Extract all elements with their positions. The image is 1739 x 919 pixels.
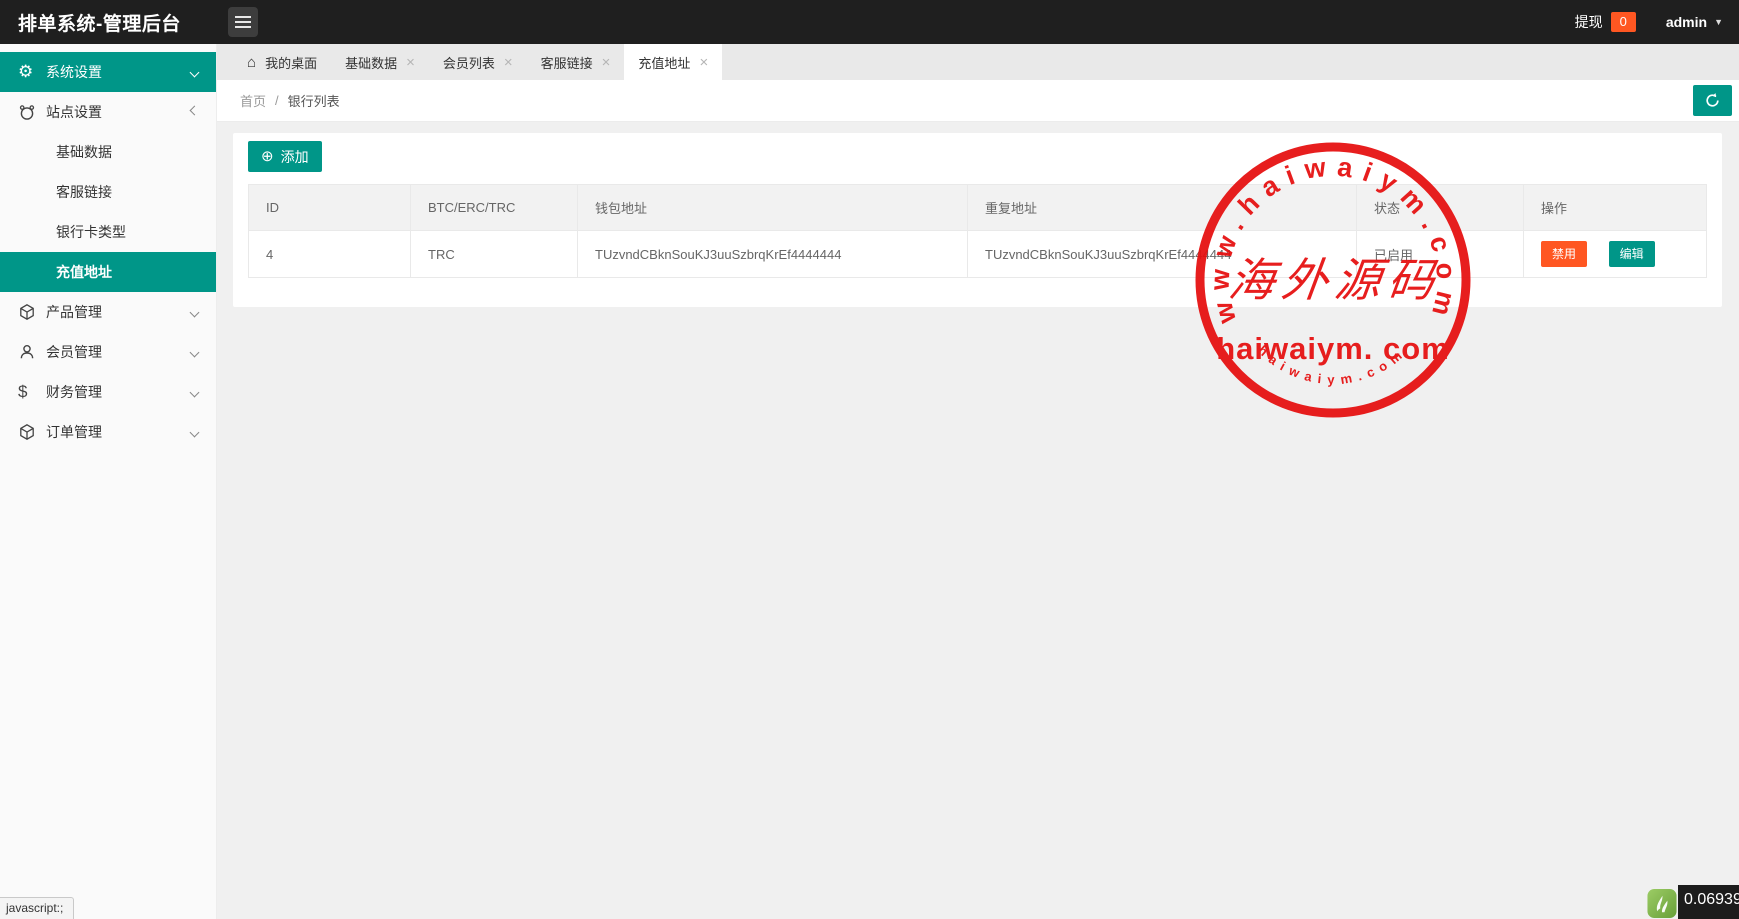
topbar: 排单系统-管理后台 提现 0 admin ▼	[0, 0, 1739, 44]
sidebar-item-order-management[interactable]: 订单管理	[0, 412, 216, 452]
chevron-down-icon	[190, 106, 200, 116]
col-id: ID	[249, 185, 411, 231]
cell-wallet-address: TUzvndCBknSouKJ3uuSzbrqKrEf4444444	[578, 231, 968, 278]
sidebar-item-finance-management[interactable]: $ 财务管理	[0, 372, 216, 412]
cell-id: 4	[249, 231, 411, 278]
tabbar: ⌂ 我的桌面 基础数据 × 会员列表 × 客服链接 × 充值地址 ×	[217, 44, 1739, 80]
address-table: ID BTC/ERC/TRC 钱包地址 重复地址 状态 操作 4 TRC TUz	[248, 184, 1707, 278]
close-icon[interactable]: ×	[504, 55, 513, 70]
user-menu[interactable]: admin ▼	[1666, 14, 1723, 30]
tab-service-link[interactable]: 客服链接 ×	[527, 44, 625, 80]
breadcrumb-home-link[interactable]: 首页	[240, 91, 266, 110]
tab-member-list[interactable]: 会员列表 ×	[429, 44, 527, 80]
col-chain: BTC/ERC/TRC	[411, 185, 578, 231]
home-icon: ⌂	[247, 54, 256, 71]
breadcrumb-separator: /	[275, 93, 279, 108]
sidebar-item-member-management[interactable]: 会员管理	[0, 332, 216, 372]
breadcrumb: 首页 / 银行列表	[217, 80, 1739, 122]
hamburger-icon	[235, 16, 251, 18]
flame-logo-icon	[1646, 888, 1678, 919]
cell-actions: 禁用 编辑	[1524, 231, 1707, 278]
gear-icon: ⚙	[18, 62, 46, 82]
tab-my-desktop[interactable]: ⌂ 我的桌面	[233, 44, 331, 80]
chevron-left-icon	[190, 347, 200, 357]
person-icon	[18, 343, 46, 361]
chevron-left-icon	[190, 427, 200, 437]
sidebar-item-product-management[interactable]: 产品管理	[0, 292, 216, 332]
plus-circle-icon: ⊕	[261, 149, 274, 164]
cube-icon	[18, 303, 46, 321]
col-wallet-address: 钱包地址	[578, 185, 968, 231]
edit-button[interactable]: 编辑	[1609, 241, 1655, 267]
cube-icon	[18, 423, 46, 441]
close-icon[interactable]: ×	[699, 55, 708, 70]
sidebar: ⚙ 系统设置 站点设置 基础数据 客服链接 银行卡类型 充值地址 产品管理	[0, 44, 217, 919]
browser-status-text: javascript:;	[0, 897, 74, 919]
sidebar-item-site-settings[interactable]: 站点设置	[0, 92, 216, 132]
add-button[interactable]: ⊕ 添加	[248, 141, 322, 172]
sidebar-item-service-link[interactable]: 客服链接	[0, 172, 216, 212]
withdraw-count-badge: 0	[1611, 12, 1636, 32]
chevron-left-icon	[190, 307, 200, 317]
col-actions: 操作	[1524, 185, 1707, 231]
sidebar-toggle-button[interactable]	[228, 7, 258, 37]
cell-chain: TRC	[411, 231, 578, 278]
sidebar-item-system-settings[interactable]: ⚙ 系统设置	[0, 52, 216, 92]
stats-widget[interactable]: 0.0693979	[1646, 885, 1739, 919]
table-row: 4 TRC TUzvndCBknSouKJ3uuSzbrqKrEf4444444…	[249, 231, 1707, 278]
tab-recharge-address[interactable]: 充值地址 ×	[624, 44, 722, 80]
refresh-button[interactable]	[1693, 85, 1732, 116]
close-icon[interactable]: ×	[406, 55, 415, 70]
sidebar-item-recharge-address[interactable]: 充值地址	[0, 252, 216, 292]
withdraw-link[interactable]: 提现 0	[1575, 12, 1636, 32]
app-title: 排单系统-管理后台	[18, 9, 181, 36]
chevron-left-icon	[190, 387, 200, 397]
col-duplicate-address: 重复地址	[968, 185, 1357, 231]
stats-value: 0.0693979	[1678, 885, 1739, 919]
refresh-icon	[1704, 92, 1721, 109]
close-icon[interactable]: ×	[602, 55, 611, 70]
dollar-icon: $	[18, 382, 46, 402]
withdraw-label: 提现	[1575, 12, 1603, 32]
bank-list-card: ⊕ 添加 ID BTC/ERC/TRC 钱包地址 重复地址	[233, 133, 1722, 307]
breadcrumb-current: 银行列表	[288, 91, 340, 110]
cell-duplicate-address: TUzvndCBknSouKJ3uuSzbrqKrEf4444444	[968, 231, 1357, 278]
sidebar-item-bank-card-type[interactable]: 银行卡类型	[0, 212, 216, 252]
col-status: 状态	[1357, 185, 1524, 231]
username: admin	[1666, 14, 1707, 30]
page-content: ⊕ 添加 ID BTC/ERC/TRC 钱包地址 重复地址	[217, 122, 1739, 919]
disable-button[interactable]: 禁用	[1541, 241, 1587, 267]
table-header-row: ID BTC/ERC/TRC 钱包地址 重复地址 状态 操作	[249, 185, 1707, 231]
chevron-left-icon	[190, 67, 200, 77]
topbar-right: 提现 0 admin ▼	[1575, 0, 1723, 44]
tab-basic-data[interactable]: 基础数据 ×	[331, 44, 429, 80]
site-icon	[18, 103, 46, 121]
sidebar-item-basic-data[interactable]: 基础数据	[0, 132, 216, 172]
caret-down-icon: ▼	[1714, 17, 1723, 27]
cell-status: 已启用	[1357, 231, 1524, 278]
